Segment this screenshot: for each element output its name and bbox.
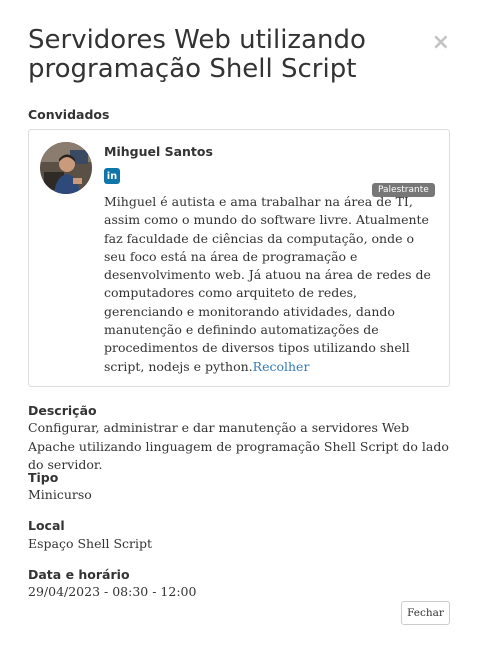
collapse-link[interactable]: Recolher [253, 359, 310, 374]
close-icon[interactable]: × [432, 30, 450, 56]
speaker-bio-text: Mihguel é autista e ama trabalhar na áre… [104, 194, 431, 374]
type-label: Tipo [28, 470, 59, 485]
modal-title: Servidores Web utilizando programação Sh… [28, 25, 366, 84]
guests-heading: Convidados [28, 107, 110, 122]
event-details-modal: Servidores Web utilizando programação Sh… [0, 0, 478, 647]
datetime-value: 29/04/2023 - 08:30 - 12:00 [28, 584, 197, 599]
location-label: Local [28, 518, 65, 533]
avatar [40, 142, 92, 194]
linkedin-icon[interactable]: in [104, 168, 120, 184]
description-label: Descrição [28, 403, 97, 418]
type-value: Minicurso [28, 487, 92, 502]
description-value: Configurar, administrar e dar manutenção… [28, 420, 449, 472]
speaker-card: Mihguel Santos in Palestrante Mihguel é … [28, 129, 450, 387]
location-value: Espaço Shell Script [28, 536, 153, 551]
speaker-bio: Mihguel é autista e ama trabalhar na áre… [104, 193, 434, 376]
datetime-label: Data e horário [28, 567, 130, 582]
speaker-name: Mihguel Santos [104, 144, 213, 159]
speaker-photo [40, 142, 92, 194]
close-button[interactable]: Fechar [401, 601, 450, 625]
